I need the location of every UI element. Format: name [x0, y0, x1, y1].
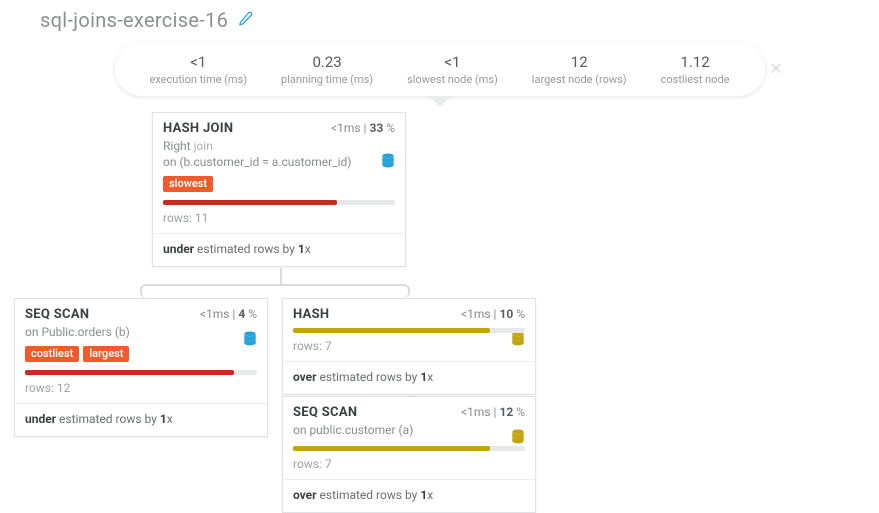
tag-costliest: costliest — [25, 346, 79, 362]
node-tags: slowest — [163, 176, 395, 192]
node-detail: on public.customer (a) — [293, 422, 525, 438]
plan-title: sql-joins-exercise-16 — [40, 8, 228, 32]
stat-slowest-node: <1 slowest node (ms) — [407, 53, 498, 86]
node-tags: costliest largest — [25, 346, 257, 362]
rows-label: rows: 11 — [163, 211, 395, 225]
stat-label: planning time (ms) — [281, 73, 373, 86]
stat-value: <1 — [149, 53, 247, 71]
stat-label: costliest node — [661, 73, 730, 86]
rows-label: rows: 7 — [293, 457, 525, 471]
connector-line — [140, 284, 410, 298]
node-metrics: <1ms | 4 % — [200, 307, 257, 321]
stats-bar: <1 execution time (ms) 0.23 planning tim… — [115, 42, 765, 96]
database-icon — [243, 331, 257, 347]
progress-bar — [293, 446, 525, 451]
node-metrics: <1ms | 10 % — [461, 307, 525, 321]
pointer-down-icon — [430, 96, 450, 106]
estimation-text: over estimated rows by 1x — [293, 370, 525, 384]
node-name: SEQ SCAN — [293, 405, 357, 420]
progress-bar — [293, 328, 525, 333]
progress-bar — [163, 200, 395, 205]
rows-label: rows: 7 — [293, 339, 525, 353]
stat-value: 0.23 — [281, 53, 373, 71]
edit-icon[interactable] — [238, 11, 253, 30]
node-metrics: <1ms | 33 % — [331, 121, 395, 135]
stat-value: 12 — [532, 53, 627, 71]
node-name: HASH — [293, 307, 329, 322]
stat-label: largest node (rows) — [532, 73, 627, 86]
estimation-text: under estimated rows by 1x — [163, 242, 395, 256]
stat-label: slowest node (ms) — [407, 73, 498, 86]
tag-slowest: slowest — [163, 176, 213, 192]
node-seq-scan-customer[interactable]: SEQ SCAN <1ms | 12 % on public.customer … — [282, 396, 536, 513]
node-hash[interactable]: HASH <1ms | 10 % rows: 7 over estimated … — [282, 298, 536, 395]
close-icon[interactable] — [769, 60, 783, 79]
stat-value: 1.12 — [661, 53, 730, 71]
stat-costliest-node: 1.12 costliest node — [661, 53, 730, 86]
stat-planning-time: 0.23 planning time (ms) — [281, 53, 373, 86]
stat-label: execution time (ms) — [149, 73, 247, 86]
node-detail: on Public.orders (b) — [25, 324, 257, 340]
connector-line — [280, 268, 282, 286]
estimation-text: under estimated rows by 1x — [25, 412, 257, 426]
node-detail: Right join on (b.customer_id = a.custome… — [163, 138, 395, 170]
node-metrics: <1ms | 12 % — [461, 405, 525, 419]
estimation-text: over estimated rows by 1x — [293, 488, 525, 502]
node-seq-scan-orders[interactable]: SEQ SCAN <1ms | 4 % on Public.orders (b)… — [14, 298, 268, 437]
node-name: SEQ SCAN — [25, 307, 89, 322]
database-icon — [511, 331, 525, 347]
page-title-row: sql-joins-exercise-16 — [0, 0, 879, 32]
stat-execution-time: <1 execution time (ms) — [149, 53, 247, 86]
node-name: HASH JOIN — [163, 121, 233, 136]
progress-bar — [25, 370, 257, 375]
rows-label: rows: 12 — [25, 381, 257, 395]
node-hash-join[interactable]: HASH JOIN <1ms | 33 % Right join on (b.c… — [152, 112, 406, 267]
database-icon — [381, 153, 395, 169]
tag-largest: largest — [83, 346, 129, 362]
stat-largest-node: 12 largest node (rows) — [532, 53, 627, 86]
database-icon — [511, 429, 525, 445]
stat-value: <1 — [407, 53, 498, 71]
